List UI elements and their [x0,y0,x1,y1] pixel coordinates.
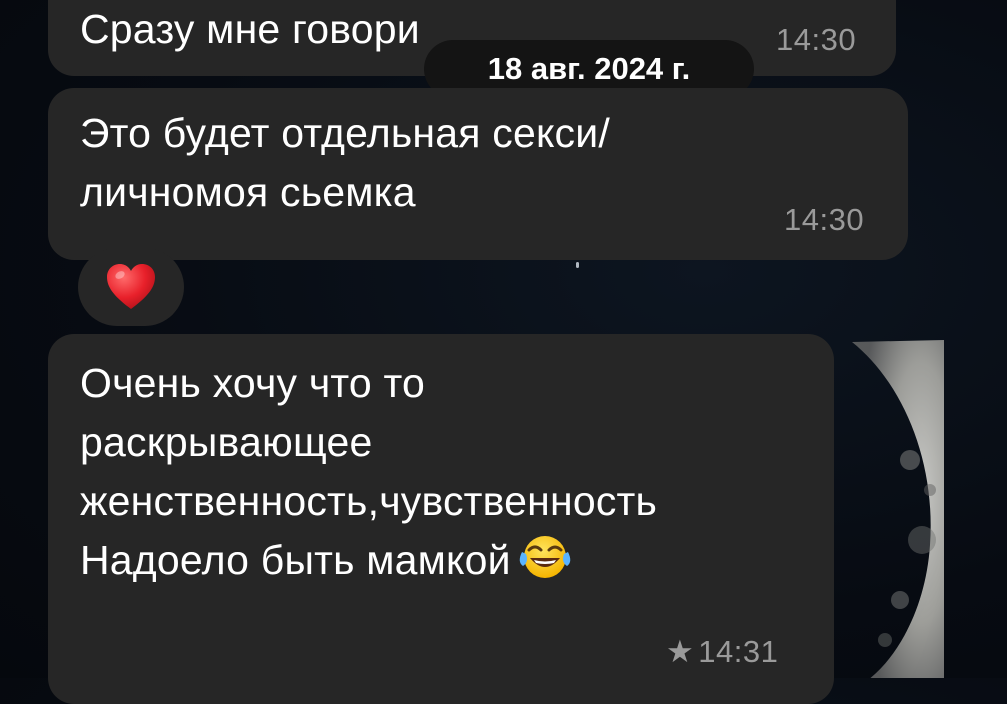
message-bubble[interactable]: Очень хочу что то раскрывающее женственн… [48,334,834,704]
message-text: Это будет отдельная секси/ личномоя сьем… [80,110,610,215]
tears-of-joy-icon [519,536,570,578]
message-bubble[interactable]: Это будет отдельная секси/ личномоя сьем… [48,88,908,260]
wallpaper-star [576,262,579,268]
heart-icon [107,264,155,309]
message-text: Сразу мне говори [80,6,420,52]
message-time: 14:31 [698,634,779,669]
star-icon: ★ [666,634,695,669]
message-time: 14:30 [784,202,865,237]
message-time-block: ★ 14:31 [666,634,778,670]
reaction-badge[interactable] [78,248,184,326]
message-text-block: Очень хочу что то раскрывающее женственн… [80,354,657,590]
message-time: 14:30 [776,22,857,57]
